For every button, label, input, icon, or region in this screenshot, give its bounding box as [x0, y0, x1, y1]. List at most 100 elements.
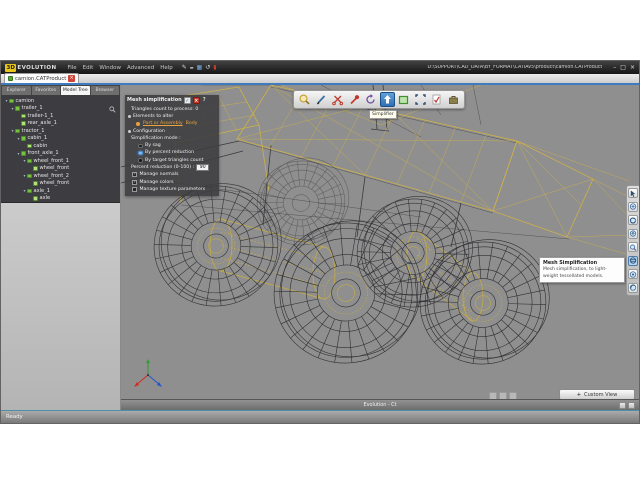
document-tab[interactable]: camion.CATProduct ×: [4, 73, 79, 83]
select-cursor-icon[interactable]: [628, 188, 638, 198]
tree-item[interactable]: wheel_front_1: [1, 157, 120, 165]
part-icon: [21, 121, 26, 126]
checkbox-manage-normals[interactable]: Manage normals: [127, 171, 217, 178]
radio-by-target-triangles[interactable]: By target triangles count: [127, 157, 217, 164]
logo-text: EVOLUTION: [17, 65, 56, 71]
orbit-view-icon[interactable]: [628, 256, 638, 266]
fit-screen-icon[interactable]: [413, 92, 428, 107]
tree-item[interactable]: trailer-1_1: [1, 112, 120, 120]
tree-item[interactable]: cabin: [1, 142, 120, 150]
option-body[interactable]: Body: [186, 120, 198, 127]
tree-item[interactable]: cabin_1: [1, 135, 120, 143]
menu-advanced[interactable]: Advanced: [127, 65, 154, 71]
radio-icon[interactable]: [138, 144, 143, 149]
tab-browser[interactable]: Browser: [91, 86, 120, 95]
menu-help[interactable]: Help: [160, 65, 173, 71]
radio-by-sag[interactable]: By sag: [127, 142, 217, 149]
part-icon: [33, 181, 38, 186]
checkbox-icon[interactable]: [132, 180, 137, 185]
part-icon: [33, 196, 38, 201]
option-part-or-assembly[interactable]: Part or Assembly: [143, 120, 183, 127]
tooltip-title: Mesh Simplification: [543, 260, 621, 267]
repair-tool-icon[interactable]: [347, 92, 362, 107]
help-icon[interactable]: ?: [203, 97, 206, 105]
app-logo: 3D EVOLUTION: [5, 64, 56, 72]
elements-header: Elements to alter: [133, 113, 173, 120]
tree-item[interactable]: axle_1: [1, 187, 120, 195]
timeline-label: Evolution - Ct: [363, 402, 396, 408]
timeline-buttons: [619, 402, 635, 409]
document-path: D:\SUPPORT\CAD_DATA\BY_FORMAT\CATIAv5\pr…: [226, 65, 603, 70]
percent-reduction-label: Percent reduction (0-100) :: [131, 164, 194, 171]
timeline-bar[interactable]: Evolution - Ct: [121, 399, 639, 410]
undo-icon[interactable]: [205, 65, 210, 71]
tree-item[interactable]: trailer_1: [1, 105, 120, 113]
search-zoom-icon[interactable]: [297, 92, 312, 107]
tool-tooltip: Simplifier: [369, 110, 397, 119]
desktop: 3D EVOLUTION File Edit Window Advanced H…: [0, 0, 640, 480]
measure-icon[interactable]: [190, 65, 194, 71]
radio-selected-icon[interactable]: [138, 151, 143, 156]
model-tree: camion trailer_1 trailer-1_1 rear_axle_1…: [1, 95, 120, 203]
logo-badge: 3D: [5, 64, 16, 72]
checkbox-icon[interactable]: [132, 172, 137, 177]
close-button[interactable]: ×: [630, 64, 635, 72]
apply-check-icon[interactable]: ✓: [184, 97, 191, 104]
bounding-box-icon[interactable]: [396, 92, 411, 107]
rotate-orbit-icon[interactable]: [363, 92, 378, 107]
triangles-count-line: Triangles count to process: 0: [127, 106, 217, 113]
checkbox-icon[interactable]: [132, 187, 137, 192]
timeline-next-icon[interactable]: [628, 402, 635, 409]
tree-item[interactable]: tractor_1: [1, 127, 120, 135]
menu-edit[interactable]: Edit: [83, 65, 94, 71]
cancel-x-icon[interactable]: ×: [193, 97, 200, 104]
tree-item[interactable]: front_axle_1: [1, 150, 120, 158]
menu-window[interactable]: Window: [99, 65, 121, 71]
search-icon[interactable]: [109, 98, 116, 117]
tab-model-tree[interactable]: Model Tree: [61, 86, 90, 95]
zoom-area-icon[interactable]: [628, 202, 638, 212]
edit-pencil-icon[interactable]: [314, 92, 329, 107]
timeline-prev-icon[interactable]: [619, 402, 626, 409]
checkbox-manage-texture-parameters[interactable]: Manage texture parameters: [127, 186, 217, 193]
projection-view-icon[interactable]: [628, 283, 638, 293]
save-icon[interactable]: [197, 65, 203, 71]
tab-close-icon[interactable]: ×: [68, 75, 75, 82]
toolbox-icon[interactable]: [446, 92, 461, 107]
tooltip-body: Mesh simplification, to light-weight tes…: [543, 267, 621, 280]
look-at-view-icon[interactable]: [628, 269, 638, 279]
part-icon: [27, 144, 32, 149]
minimize-button[interactable]: –: [613, 64, 616, 72]
tree-item[interactable]: wheel_front: [1, 165, 120, 173]
tree-item[interactable]: wheel_front: [1, 180, 120, 188]
checkbox-manage-colors[interactable]: Manage colors: [127, 179, 217, 186]
radio-by-percent-reduction[interactable]: By percent reduction: [127, 149, 217, 156]
status-text: Ready: [6, 414, 23, 420]
cut-scissors-icon[interactable]: [330, 92, 345, 107]
rotate-view-icon[interactable]: [628, 215, 638, 225]
part-icon: [21, 114, 26, 119]
pan-view-icon[interactable]: [628, 229, 638, 239]
assembly-icon: [27, 174, 32, 179]
zoom-view-icon[interactable]: [628, 242, 638, 252]
percent-reduction-input[interactable]: [196, 164, 209, 171]
option-dot-icon: [136, 122, 140, 126]
tree-item[interactable]: axle: [1, 195, 120, 203]
edit-icon[interactable]: [182, 65, 187, 71]
tree-item[interactable]: wheel_front_2: [1, 172, 120, 180]
radio-icon[interactable]: [138, 158, 143, 163]
menu-file[interactable]: File: [67, 65, 76, 71]
plus-icon: +: [577, 392, 581, 398]
maximize-button[interactable]: □: [620, 64, 626, 72]
tab-explorer[interactable]: Explorer: [2, 86, 31, 95]
viewport-3d[interactable]: Mesh simplification ✓ × ? Triangles coun…: [121, 85, 639, 410]
tab-favorites[interactable]: Favorites: [32, 86, 61, 95]
assembly-icon: [21, 136, 26, 141]
tree-item[interactable]: rear_axle_1: [1, 120, 120, 128]
quality-check-icon[interactable]: [429, 92, 444, 107]
tree-item[interactable]: camion: [1, 97, 120, 105]
panel-title: Mesh simplification: [127, 97, 182, 105]
part-icon: [33, 166, 38, 171]
alert-icon[interactable]: [213, 65, 216, 71]
simplify-upload-icon[interactable]: [380, 92, 395, 107]
